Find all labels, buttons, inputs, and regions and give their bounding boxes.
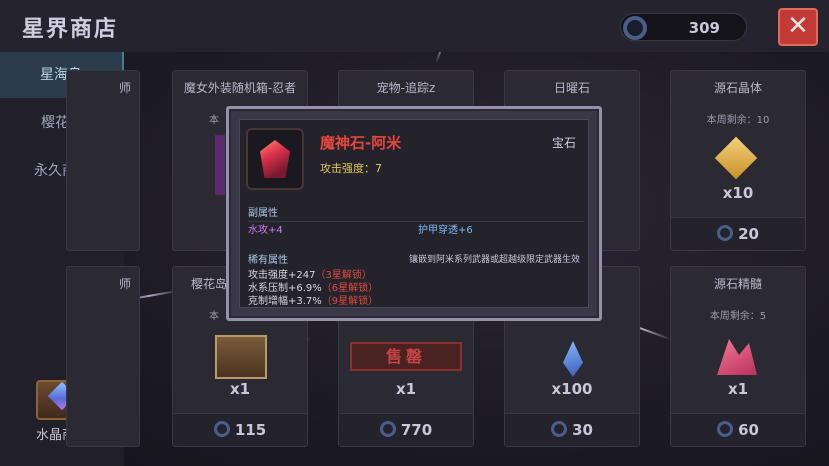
sub-stat-armor-pierce: 护甲穿透+6 xyxy=(418,225,473,236)
card-price[interactable]: 30 xyxy=(505,413,639,446)
sub-attr-header: 副属性 xyxy=(248,204,584,222)
sub-stat-water-attack: 水攻+4 xyxy=(248,225,283,236)
currency-display: 309 xyxy=(620,13,747,41)
card-remaining: 本周剩余：10 xyxy=(706,115,770,126)
shop-card[interactable]: 师 xyxy=(66,266,140,447)
item-detail-popup[interactable]: 魔神石-阿米 宝石 攻击强度：7 副属性 水攻+4 护甲穿透+6 稀有属性 镶嵌… xyxy=(226,106,602,321)
card-quantity: x100 xyxy=(551,380,593,398)
price-value: 115 xyxy=(234,421,267,439)
close-icon: ✕ xyxy=(787,11,809,41)
card-remaining: 本周剩余：5 xyxy=(709,311,767,322)
card-price[interactable]: 20 xyxy=(671,217,805,250)
rare-stat: 克制增幅+3.7%（9星解锁） xyxy=(248,292,378,307)
rare-stat-text: 克制增幅+3.7% xyxy=(248,296,322,307)
item-type: 宝石 xyxy=(551,136,576,150)
price-value: 30 xyxy=(572,421,593,439)
shop-card[interactable]: 源石晶体 本周剩余：10 x10 20 xyxy=(670,70,806,251)
coin-icon xyxy=(623,16,647,40)
coin-icon xyxy=(717,421,734,437)
sold-out-badge: 售罄 xyxy=(350,342,462,371)
main-stat: 攻击强度：7 xyxy=(320,162,382,175)
card-quantity: x1 xyxy=(727,380,749,398)
card-quantity: x10 xyxy=(722,184,754,202)
card-quantity: x1 xyxy=(229,380,251,398)
item-name: 魔神石-阿米 xyxy=(320,134,402,152)
coin-icon xyxy=(379,421,396,437)
card-price[interactable]: 115 xyxy=(173,413,307,446)
shop-card[interactable]: 源石精髓 本周剩余：5 x1 60 xyxy=(670,266,806,447)
currency-amount: 309 xyxy=(688,19,720,37)
page-title: 星界商店 xyxy=(22,17,119,42)
popup-content: 魔神石-阿米 宝石 攻击强度：7 副属性 水攻+4 护甲穿透+6 稀有属性 镶嵌… xyxy=(239,119,589,308)
gem-frame xyxy=(246,128,304,190)
card-price[interactable]: 770 xyxy=(339,413,473,446)
source-essence-icon xyxy=(717,339,757,375)
coin-icon xyxy=(551,421,568,437)
card-price[interactable]: 60 xyxy=(671,413,805,446)
card-name: 师 xyxy=(118,81,131,95)
rare-attr-note: 镶嵌到阿米系列武器或超越级限定武器生效 xyxy=(408,255,580,265)
gem-icon xyxy=(260,140,290,178)
card-name: 魔女外装随机箱-忍者 xyxy=(183,81,297,95)
card-name: 源石晶体 xyxy=(713,81,762,95)
coin-icon xyxy=(213,421,230,437)
price-value: 770 xyxy=(400,421,433,439)
blue-crystal-icon xyxy=(563,341,583,377)
card-name: 师 xyxy=(118,277,131,291)
coin-icon xyxy=(717,225,734,241)
rare-stat-lock: （9星解锁） xyxy=(321,296,379,307)
chest-icon xyxy=(215,335,267,379)
card-name: 宠物-追踪z xyxy=(376,81,436,95)
header-bar: 星界商店 309 ✕ xyxy=(0,0,829,52)
item-icon xyxy=(215,135,225,195)
price-value: 20 xyxy=(738,225,759,243)
price-value: 60 xyxy=(738,421,759,439)
close-button[interactable]: ✕ xyxy=(778,8,818,46)
card-quantity: x1 xyxy=(395,380,417,398)
card-name: 源石精髓 xyxy=(713,277,762,291)
source-crystal-icon xyxy=(714,136,758,180)
card-name: 日曜石 xyxy=(553,81,590,95)
shop-card[interactable]: 师 xyxy=(66,70,140,251)
